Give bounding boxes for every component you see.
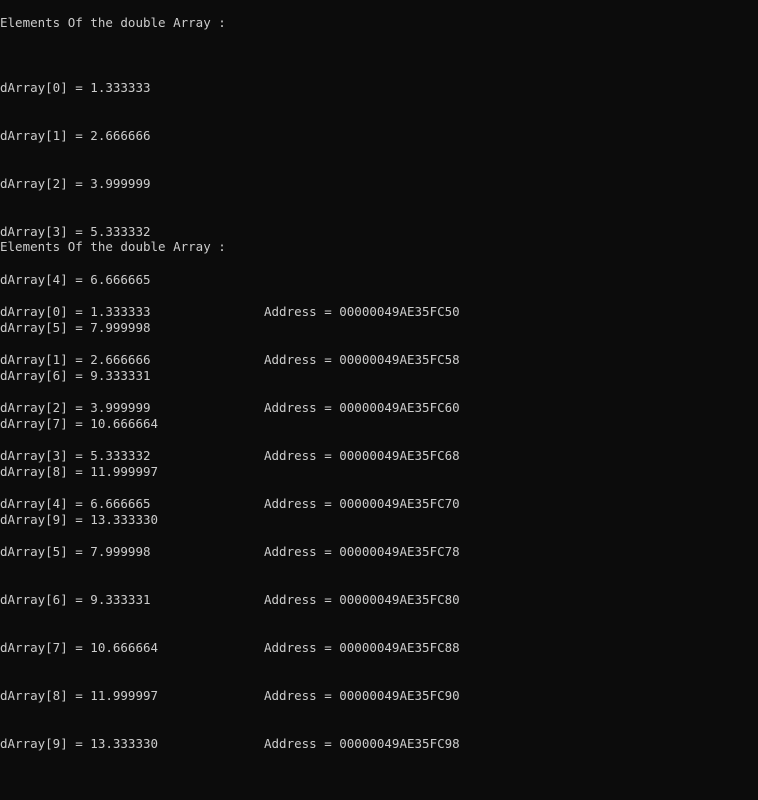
output-line: dArray[3] = 5.333332 — [0, 224, 151, 239]
output-header-2: Elements Of the double Array : — [0, 239, 226, 254]
output-line: dArray[3] = 5.333332 Address = 00000049A… — [0, 448, 758, 464]
array-address: Address = 00000049AE35FC90 — [264, 688, 460, 703]
output-line: dArray[2] = 3.999999 — [0, 176, 151, 191]
output-line: dArray[7] = 10.666664 Address = 00000049… — [0, 640, 758, 656]
array-address: Address = 00000049AE35FC58 — [264, 352, 460, 367]
array-address: Address = 00000049AE35FC88 — [264, 640, 460, 655]
output-line: dArray[1] = 2.666666 Address = 00000049A… — [0, 352, 758, 368]
array-value: dArray[0] = 1.333333 — [0, 304, 151, 319]
array-value: dArray[2] = 3.999999 — [0, 400, 151, 415]
output-line: dArray[0] = 1.333333 — [0, 80, 151, 95]
array-address: Address = 00000049AE35FC70 — [264, 496, 460, 511]
array-value: dArray[6] = 9.333331 — [0, 592, 151, 607]
array-value: dArray[1] = 2.666666 — [0, 352, 151, 367]
console-output: Elements Of the double Array : dArray[0]… — [0, 0, 758, 751]
array-value: dArray[3] = 5.333332 — [0, 448, 151, 463]
array-value: dArray[8] = 11.999997 — [0, 688, 159, 703]
output-line: dArray[6] = 9.333331 Address = 00000049A… — [0, 592, 758, 608]
output-line: dArray[8] = 11.999997 Address = 00000049… — [0, 688, 758, 704]
output-header-1: Elements Of the double Array : — [0, 15, 226, 30]
output-line: dArray[2] = 3.999999 Address = 00000049A… — [0, 400, 758, 416]
array-address: Address = 00000049AE35FC68 — [264, 448, 460, 463]
array-address: Address = 00000049AE35FC60 — [264, 400, 460, 415]
array-value: dArray[7] = 10.666664 — [0, 640, 159, 655]
output-line: dArray[0] = 1.333333 Address = 00000049A… — [0, 304, 758, 320]
output-line: dArray[9] = 13.333330 Address = 00000049… — [0, 736, 758, 752]
array-value: dArray[5] = 7.999998 — [0, 544, 151, 559]
array-address: Address = 00000049AE35FC78 — [264, 544, 460, 559]
array-address: Address = 00000049AE35FC98 — [264, 736, 460, 751]
output-line: dArray[1] = 2.666666 — [0, 128, 151, 143]
array-address: Address = 00000049AE35FC80 — [264, 592, 460, 607]
array-value: dArray[4] = 6.666665 — [0, 496, 151, 511]
array-value: dArray[9] = 13.333330 — [0, 736, 159, 751]
output-line: dArray[5] = 7.999998 Address = 00000049A… — [0, 544, 758, 560]
array-address: Address = 00000049AE35FC50 — [264, 304, 460, 319]
output-line: dArray[4] = 6.666665 Address = 00000049A… — [0, 496, 758, 512]
array-values-with-address-block: dArray[0] = 1.333333 Address = 00000049A… — [0, 272, 758, 784]
